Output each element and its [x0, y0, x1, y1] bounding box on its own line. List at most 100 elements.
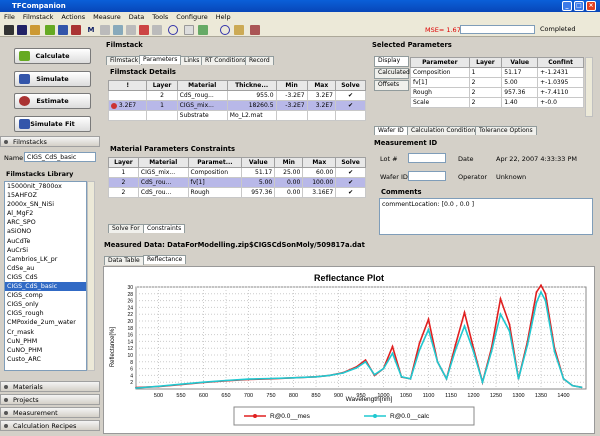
menu-tools[interactable]: Tools	[148, 13, 172, 21]
section-calculation-recipes[interactable]: Calculation Recipes	[0, 420, 100, 431]
folder-icon[interactable]	[30, 25, 40, 35]
solve-checkbox[interactable]: ✔	[334, 100, 367, 111]
list-item[interactable]: AuCrSi	[5, 246, 86, 255]
list-item[interactable]: Custo_ARC	[5, 355, 86, 364]
tab-parameters[interactable]: Parameters	[139, 55, 182, 64]
selected-parameters-table[interactable]: Parameter Layer Value ConfInt Composition 1 5…	[410, 57, 584, 108]
simulate-icon[interactable]	[58, 25, 68, 35]
library-scrollbar[interactable]	[87, 181, 95, 371]
list-item[interactable]: Al_MgF2	[5, 209, 86, 218]
list-item[interactable]: CuN_PHM	[5, 337, 86, 346]
filmstacks-library-list[interactable]: 15000nit_7800ox 15AHFOZ 2000x_SN_NiSi Al_Mg…	[4, 181, 87, 371]
list-item[interactable]: 15000nit_7800ox	[5, 182, 86, 191]
tab-display[interactable]: Display	[374, 56, 409, 67]
list-icon[interactable]	[152, 25, 162, 35]
constraints-table[interactable]: Layer Material Paramet... Value Min Max Solve …	[108, 157, 366, 198]
print-icon[interactable]	[250, 25, 260, 35]
grid-icon[interactable]	[100, 25, 110, 35]
solve-checkbox[interactable]: ✔	[335, 187, 366, 198]
tab-wafer-id[interactable]: Wafer ID	[374, 126, 408, 135]
tab-data-table[interactable]: Data Table	[104, 256, 144, 265]
list-item[interactable]: 15AHFOZ	[5, 191, 86, 200]
list-item[interactable]: Cr_mask	[5, 328, 86, 337]
table-row[interactable]: 3.2E7 1 CIGS_mix... 18260.5 -3.2E7 3.2E7 ✔	[107, 100, 367, 111]
list-item[interactable]: CMPoxide_2um_water	[5, 318, 86, 327]
tab-reflectance[interactable]: Reflectance	[143, 255, 187, 264]
params-scrollbar[interactable]	[585, 57, 593, 117]
list-item[interactable]: CIGS_rough	[5, 309, 86, 318]
section-materials[interactable]: Materials	[0, 381, 100, 392]
comments-area[interactable]: commentLocation: [0.0 , 0.0 ]	[379, 198, 593, 235]
tab-links[interactable]: Links	[180, 56, 204, 65]
open-icon[interactable]	[4, 25, 14, 35]
solve-checkbox[interactable]: ✔	[335, 167, 366, 178]
list-item[interactable]: CIGS_comp	[5, 291, 86, 300]
menu-configure[interactable]: Configure	[172, 13, 212, 21]
close-button[interactable]: ×	[586, 1, 596, 11]
tab-tolerance-options[interactable]: Tolerance Options	[475, 126, 537, 135]
layers-icon[interactable]	[126, 25, 136, 35]
calculate-icon[interactable]	[45, 25, 55, 35]
list-item[interactable]: CuNO_PHM	[5, 346, 86, 355]
table-icon[interactable]	[113, 25, 123, 35]
settings-icon[interactable]	[184, 25, 194, 35]
list-item[interactable]: ARC_SPO	[5, 218, 86, 227]
menu-data[interactable]: Data	[125, 13, 149, 21]
list-item[interactable]: CIGS_CdS	[5, 273, 86, 282]
name-field[interactable]: CIGS_CdS_basic	[24, 152, 96, 162]
tab-record[interactable]: Record	[245, 56, 274, 65]
section-filmstacks[interactable]: Filmstacks	[0, 136, 100, 147]
menu-actions[interactable]: Actions	[57, 13, 89, 21]
target-icon[interactable]	[168, 25, 178, 35]
tab-calculation-conditions[interactable]: Calculation Conditions	[407, 126, 483, 135]
section-measurement[interactable]: Measurement	[0, 407, 100, 418]
tab-constraints[interactable]: Constraints	[143, 224, 186, 233]
help-icon[interactable]	[220, 25, 230, 35]
table-row[interactable]: fv[1] 2 5.00 +-1.0395	[410, 77, 584, 88]
list-item[interactable]: 2000x_SN_NiSi	[5, 200, 86, 209]
table-row[interactable]: 2 CdS_rou... Rough 957.36 0.00 3.16E7 ✔	[108, 187, 366, 198]
menu-measure[interactable]: Measure	[89, 13, 125, 21]
estimate-button[interactable]: Estimate	[14, 93, 91, 109]
table-row[interactable]: 2 CdS_rou... fv[1] 5.00 0.00 100.00 ✔	[108, 177, 366, 188]
data-point	[157, 385, 160, 388]
calculate-button[interactable]: Calculate	[14, 48, 91, 64]
minimize-button[interactable]: _	[562, 1, 572, 11]
tab-calculated[interactable]: Calculated	[374, 68, 410, 79]
table-row[interactable]: Scale 2 1.40 +-0.0	[410, 97, 584, 108]
list-item[interactable]: Cambrios_LK_pr	[5, 255, 86, 264]
maximize-button[interactable]: □	[574, 1, 584, 11]
table-row[interactable]: Substrate Mo_L2.mat	[107, 110, 367, 121]
operator-label: Operator	[458, 173, 488, 181]
menu-file[interactable]: File	[0, 13, 19, 21]
table-row[interactable]: Composition 1 51.17 +-1.2431	[410, 67, 584, 78]
estimate-icon[interactable]	[71, 25, 81, 35]
solve-checkbox[interactable]: ✔	[335, 177, 366, 188]
simulate-button[interactable]: Simulate	[14, 71, 91, 87]
list-item[interactable]: CdSe_au	[5, 264, 86, 273]
section-projects[interactable]: Projects	[0, 394, 100, 405]
chart-icon[interactable]	[139, 25, 149, 35]
table-row[interactable]: 2 CdS_roug... 955.0 -3.2E7 3.2E7 ✔	[107, 90, 367, 101]
export-icon[interactable]	[198, 25, 208, 35]
tab-filmstack[interactable]: Filmstack	[106, 56, 143, 65]
lot-field[interactable]	[408, 153, 446, 163]
table-row[interactable]: 1 CIGS_mix... Composition 51.17 25.00 60.00 ✔	[108, 167, 366, 178]
list-item[interactable]: AuCdTe	[5, 237, 86, 246]
solve-checkbox[interactable]: ✔	[334, 90, 367, 101]
tab-offsets[interactable]: Offsets	[374, 80, 409, 91]
list-item[interactable]: CIGS_only	[5, 300, 86, 309]
table-row[interactable]: Rough 2 957.36 +-7.4110	[410, 87, 584, 98]
save-icon[interactable]	[17, 25, 27, 35]
wafer-id-field[interactable]	[408, 171, 446, 181]
menu-filmstack[interactable]: Filmstack	[19, 13, 57, 21]
menu-help[interactable]: Help	[212, 13, 235, 21]
tab-rt-conditions[interactable]: RT Conditions	[201, 56, 251, 65]
filmstack-details-table[interactable]: ! Layer Material Thickne... Min Max Solve 2 CdS…	[107, 80, 367, 121]
tab-solve-for[interactable]: Solve For	[108, 224, 144, 233]
list-item[interactable]: aSiONO	[5, 227, 86, 236]
simulate-fit-button[interactable]: Simulate Fit	[14, 116, 91, 132]
report-icon[interactable]	[234, 25, 244, 35]
measure-icon[interactable]: M	[86, 25, 96, 35]
list-item[interactable]: CIGS_CdS_basic	[5, 282, 86, 292]
